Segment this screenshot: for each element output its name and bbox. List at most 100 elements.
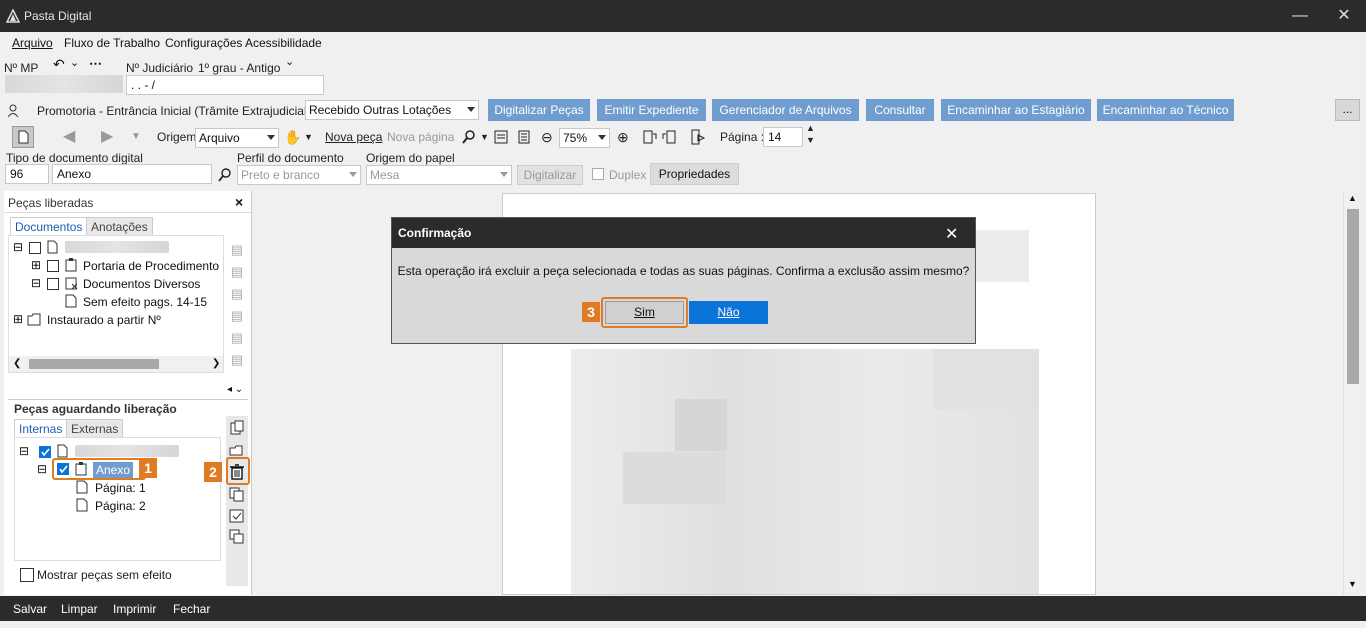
show-void-checkbox[interactable] <box>20 568 34 582</box>
minimize-icon[interactable]: — <box>1290 6 1310 26</box>
scroll-up-icon[interactable]: ▲ <box>1348 193 1357 203</box>
more-actions-button[interactable]: ... <box>1335 99 1360 121</box>
origem-select[interactable]: Arquivo <box>195 128 279 148</box>
tab-externas[interactable]: Externas <box>66 419 124 438</box>
nao-button[interactable]: Não <box>689 301 768 324</box>
imprimir-button[interactable]: Imprimir <box>113 602 156 616</box>
back-icon[interactable]: ↶ <box>53 56 65 73</box>
menu-arquivo[interactable]: Arquivo <box>12 36 53 50</box>
page-item[interactable]: Página: 1 <box>95 481 146 495</box>
side-tool-icon[interactable]: ▤ <box>227 327 247 349</box>
judicial-number-field[interactable]: . . - / <box>126 75 324 95</box>
fit-page-icon[interactable] <box>517 130 531 144</box>
sim-button[interactable]: Sim <box>605 301 684 324</box>
menu-acessibilidade[interactable]: Acessibilidade <box>245 36 322 50</box>
tree-item-checkbox[interactable] <box>47 278 59 290</box>
tree-expander-icon[interactable]: ⊟ <box>31 276 41 290</box>
scroll-right-icon[interactable]: ❯ <box>212 358 220 369</box>
prev-icon[interactable]: ◀ <box>63 126 75 148</box>
page-item[interactable]: Página: 2 <box>95 499 146 513</box>
side-tool-icon[interactable]: ▤ <box>227 261 247 283</box>
grade-chevron-icon[interactable]: ⌄ <box>285 55 294 68</box>
tipo-value-input[interactable]: Anexo <box>52 164 212 184</box>
encaminhar-tecnico-button[interactable]: Encaminhar ao Técnico <box>1097 99 1234 121</box>
queue-select[interactable]: Recebido Outras Lotações <box>305 100 479 120</box>
gerenciador-arquivos-button[interactable]: Gerenciador de Arquivos <box>712 99 859 121</box>
close-window-icon[interactable]: ✕ <box>1334 6 1354 26</box>
tree-root-checkbox[interactable] <box>29 242 41 254</box>
pagina-input[interactable]: 14 <box>763 127 803 147</box>
more-options-icon[interactable]: ⋯ <box>89 56 102 72</box>
scroll-down-icon[interactable]: ▼ <box>1348 579 1357 589</box>
rotate-left-icon[interactable] <box>640 128 658 146</box>
pending-root-checkbox[interactable] <box>39 446 51 458</box>
scroll-left-icon[interactable]: ❮ <box>13 358 21 369</box>
search-dropdown-icon[interactable]: ▼ <box>480 126 489 148</box>
horizontal-scrollbar[interactable]: ❮ ❯ <box>9 356 223 372</box>
tree-expander-icon[interactable]: ⊞ <box>13 312 23 326</box>
vertical-scrollbar[interactable]: ▲ ▼ <box>1343 191 1361 595</box>
scroll-thumb[interactable] <box>29 359 159 369</box>
nova-pagina-button[interactable]: Nova página <box>387 126 454 148</box>
emitir-expediente-button[interactable]: Emitir Expediente <box>597 99 706 121</box>
tree-expander-icon[interactable]: ⊟ <box>13 240 23 254</box>
propriedades-button[interactable]: Propriedades <box>650 163 739 185</box>
tipo-search-icon[interactable] <box>217 167 233 183</box>
side-tool-icon[interactable]: ▤ <box>227 239 247 261</box>
consultar-button[interactable]: Consultar <box>866 99 934 121</box>
tree-expander-icon[interactable]: ⊟ <box>37 462 47 476</box>
digitalizar-pecas-button[interactable]: Digitalizar Peças <box>488 99 590 121</box>
tree-item-label[interactable]: Documentos Diversos <box>83 277 200 291</box>
menu-configuracoes[interactable]: Configurações <box>165 36 242 50</box>
menu-fluxo[interactable]: Fluxo de Trabalho <box>64 36 160 50</box>
check-doc-icon[interactable] <box>229 508 245 524</box>
duplicate-icon[interactable] <box>229 529 245 545</box>
salvar-button[interactable]: Salvar <box>13 602 47 616</box>
tree-expander-icon[interactable]: ⊞ <box>31 258 41 272</box>
duplex-checkbox[interactable] <box>592 168 604 180</box>
hand-icon[interactable]: ✋ <box>284 126 301 148</box>
anexo-item[interactable]: Anexo <box>93 462 134 478</box>
anexo-checkbox[interactable] <box>57 463 69 475</box>
zoom-select[interactable]: 75% <box>559 128 610 148</box>
fit-width-icon[interactable] <box>494 130 508 144</box>
hand-dropdown-icon[interactable]: ▼ <box>304 126 313 148</box>
side-tool-icon[interactable]: ▤ <box>227 349 247 371</box>
tab-internas[interactable]: Internas <box>14 419 68 438</box>
rotate-right-icon[interactable] <box>661 128 679 146</box>
judicial-grade[interactable]: 1º grau - Antigo <box>198 61 280 75</box>
tree-item-label[interactable]: Portaria de Procedimento <box>83 259 219 273</box>
tipo-code-input[interactable]: 96 <box>5 164 49 184</box>
page-select-icon[interactable] <box>12 126 34 148</box>
mp-number-field[interactable] <box>5 75 123 93</box>
encaminhar-estagiario-button[interactable]: Encaminhar ao Estagiário <box>941 99 1091 121</box>
perfil-select[interactable]: Preto e branco <box>237 165 361 185</box>
dialog-close-icon[interactable]: ✕ <box>945 224 958 244</box>
nav-dropdown-icon[interactable]: ▼ <box>131 126 141 148</box>
next-icon[interactable]: ▶ <box>101 126 113 148</box>
zoom-out-icon[interactable]: ⊖ <box>541 126 553 148</box>
search-icon[interactable] <box>461 129 477 145</box>
pagina-down-icon[interactable]: ▼ <box>806 134 815 156</box>
copy-doc-icon[interactable] <box>229 420 245 436</box>
origem-papel-select[interactable]: Mesa <box>366 165 512 185</box>
chevron-down-icon[interactable]: ⌄ <box>70 56 79 69</box>
collapse-icons[interactable]: ◂ ⌄ <box>227 384 243 395</box>
tab-documentos[interactable]: Documentos <box>10 217 88 236</box>
side-tool-icon[interactable]: ▤ <box>227 305 247 327</box>
scroll-thumb[interactable] <box>1347 209 1359 384</box>
tree-item-label[interactable]: Sem efeito pags. 14-15 <box>83 295 207 309</box>
copy-pages-icon[interactable] <box>229 486 245 502</box>
tree-item-label[interactable]: Instaurado a partir Nº <box>47 313 161 327</box>
zoom-in-icon[interactable]: ⊕ <box>617 126 629 148</box>
fechar-button[interactable]: Fechar <box>173 602 210 616</box>
document-arrow-icon[interactable] <box>689 128 707 146</box>
tree-expander-icon[interactable]: ⊟ <box>19 444 29 458</box>
tree-item-checkbox[interactable] <box>47 260 59 272</box>
digitalizar-button[interactable]: Digitalizar <box>517 165 583 185</box>
nova-peca-button[interactable]: Nova peça <box>325 126 382 148</box>
panel-close-icon[interactable]: × <box>235 194 243 210</box>
limpar-button[interactable]: Limpar <box>61 602 98 616</box>
tab-anotacoes[interactable]: Anotações <box>86 217 153 236</box>
side-tool-icon[interactable]: ▤ <box>227 283 247 305</box>
